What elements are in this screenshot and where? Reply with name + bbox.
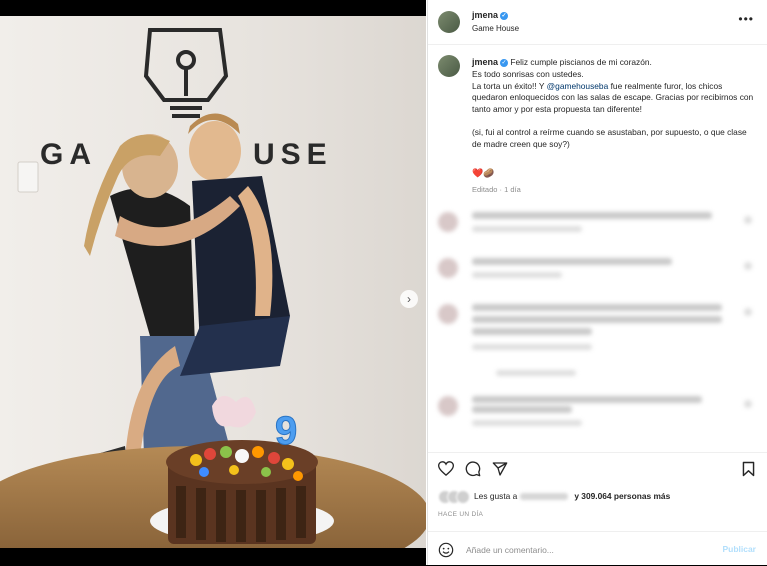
photo-logo-text-left: GA	[40, 138, 97, 171]
caption-line: La torta un éxito!! Y	[472, 80, 545, 91]
comment-text	[472, 316, 722, 323]
author-username[interactable]: jmena ✓	[472, 10, 509, 20]
comment-text	[472, 396, 702, 403]
comment-text	[472, 328, 592, 335]
comment-like-icon[interactable]	[744, 308, 752, 316]
author-username-text[interactable]: jmena	[472, 10, 498, 20]
caption-username[interactable]: jmena	[472, 57, 498, 67]
action-bar	[428, 452, 767, 483]
more-options-icon[interactable]: •••	[738, 12, 754, 26]
top-letterbox	[0, 0, 426, 16]
comment-avatar	[438, 396, 458, 416]
verified-icon: ✓	[500, 58, 509, 67]
save-icon[interactable]	[742, 461, 755, 477]
comment-item[interactable]	[438, 210, 758, 240]
verified-icon: ✓	[500, 11, 509, 20]
caption-avatar[interactable]	[438, 55, 460, 77]
caption-emojis: ❤️🥔	[472, 168, 495, 178]
comment-meta	[472, 420, 582, 426]
post-header: jmena ✓ Game House •••	[428, 0, 767, 45]
like-icon[interactable]	[438, 461, 454, 476]
comment-input[interactable]	[464, 541, 688, 559]
comment-like-icon[interactable]	[744, 262, 752, 270]
comment-text	[472, 304, 722, 311]
post-location[interactable]: Game House	[472, 24, 519, 33]
post-timestamp[interactable]: HACE UN DÍA	[438, 511, 483, 518]
instagram-post-view: GA USE 9 › jmena ✓ Game House ••• jmena …	[0, 0, 767, 565]
add-comment-bar: Publicar	[428, 531, 767, 566]
comment-avatar	[438, 304, 458, 324]
post-photo[interactable]: GA USE 9 ›	[0, 16, 426, 548]
comment-text	[472, 212, 712, 219]
chevron-right-icon: ›	[407, 292, 411, 306]
emoji-icon[interactable]	[438, 542, 454, 558]
post-caption: jmena ✓ Feliz cumple piscianos de mi cora…	[472, 57, 756, 151]
likes-summary[interactable]: Les gusta a y 309.064 personas más	[438, 490, 670, 504]
comment-meta	[472, 272, 562, 278]
comment-avatar	[438, 258, 458, 278]
view-replies[interactable]	[438, 366, 758, 382]
comment-text	[472, 406, 572, 413]
caption-line: Es todo sonrisas con ustedes.	[472, 68, 584, 79]
post-sidebar: jmena ✓ Game House ••• jmena ✓ Feliz cumpl…	[427, 0, 767, 565]
view-replies-text	[496, 370, 576, 376]
bottom-letterbox	[0, 548, 426, 565]
publish-button[interactable]: Publicar	[722, 544, 756, 554]
likes-prefix: Les gusta a	[474, 491, 518, 501]
caption-line: (si, fui al control a reírme cuando se a…	[472, 126, 747, 149]
edited-timestamp: Editado · 1 día	[472, 185, 521, 194]
likes-count[interactable]: y 309.064 personas más	[574, 491, 670, 501]
comment-avatar	[438, 212, 458, 232]
photo-illustration: GA USE 9	[0, 16, 426, 548]
liker-name-blurred	[520, 492, 569, 500]
comment-text	[472, 258, 672, 265]
comment-item[interactable]	[438, 394, 758, 426]
share-icon[interactable]	[492, 461, 508, 477]
comment-meta	[472, 344, 592, 350]
comment-like-icon[interactable]	[744, 216, 752, 224]
mention-link[interactable]: @gamehouseba	[547, 81, 609, 91]
comment-icon[interactable]	[465, 461, 481, 477]
photo-logo-text-right: USE	[253, 138, 333, 171]
candle-number: 9	[275, 409, 297, 453]
next-photo-button[interactable]: ›	[400, 290, 418, 308]
author-avatar[interactable]	[438, 11, 460, 33]
liker-avatars	[438, 490, 470, 504]
comment-like-icon[interactable]	[744, 400, 752, 408]
caption-line: Feliz cumple piscianos de mi corazón.	[510, 57, 652, 67]
comment-meta	[472, 226, 582, 232]
comment-item[interactable]	[438, 256, 758, 286]
comment-item[interactable]	[438, 302, 758, 362]
